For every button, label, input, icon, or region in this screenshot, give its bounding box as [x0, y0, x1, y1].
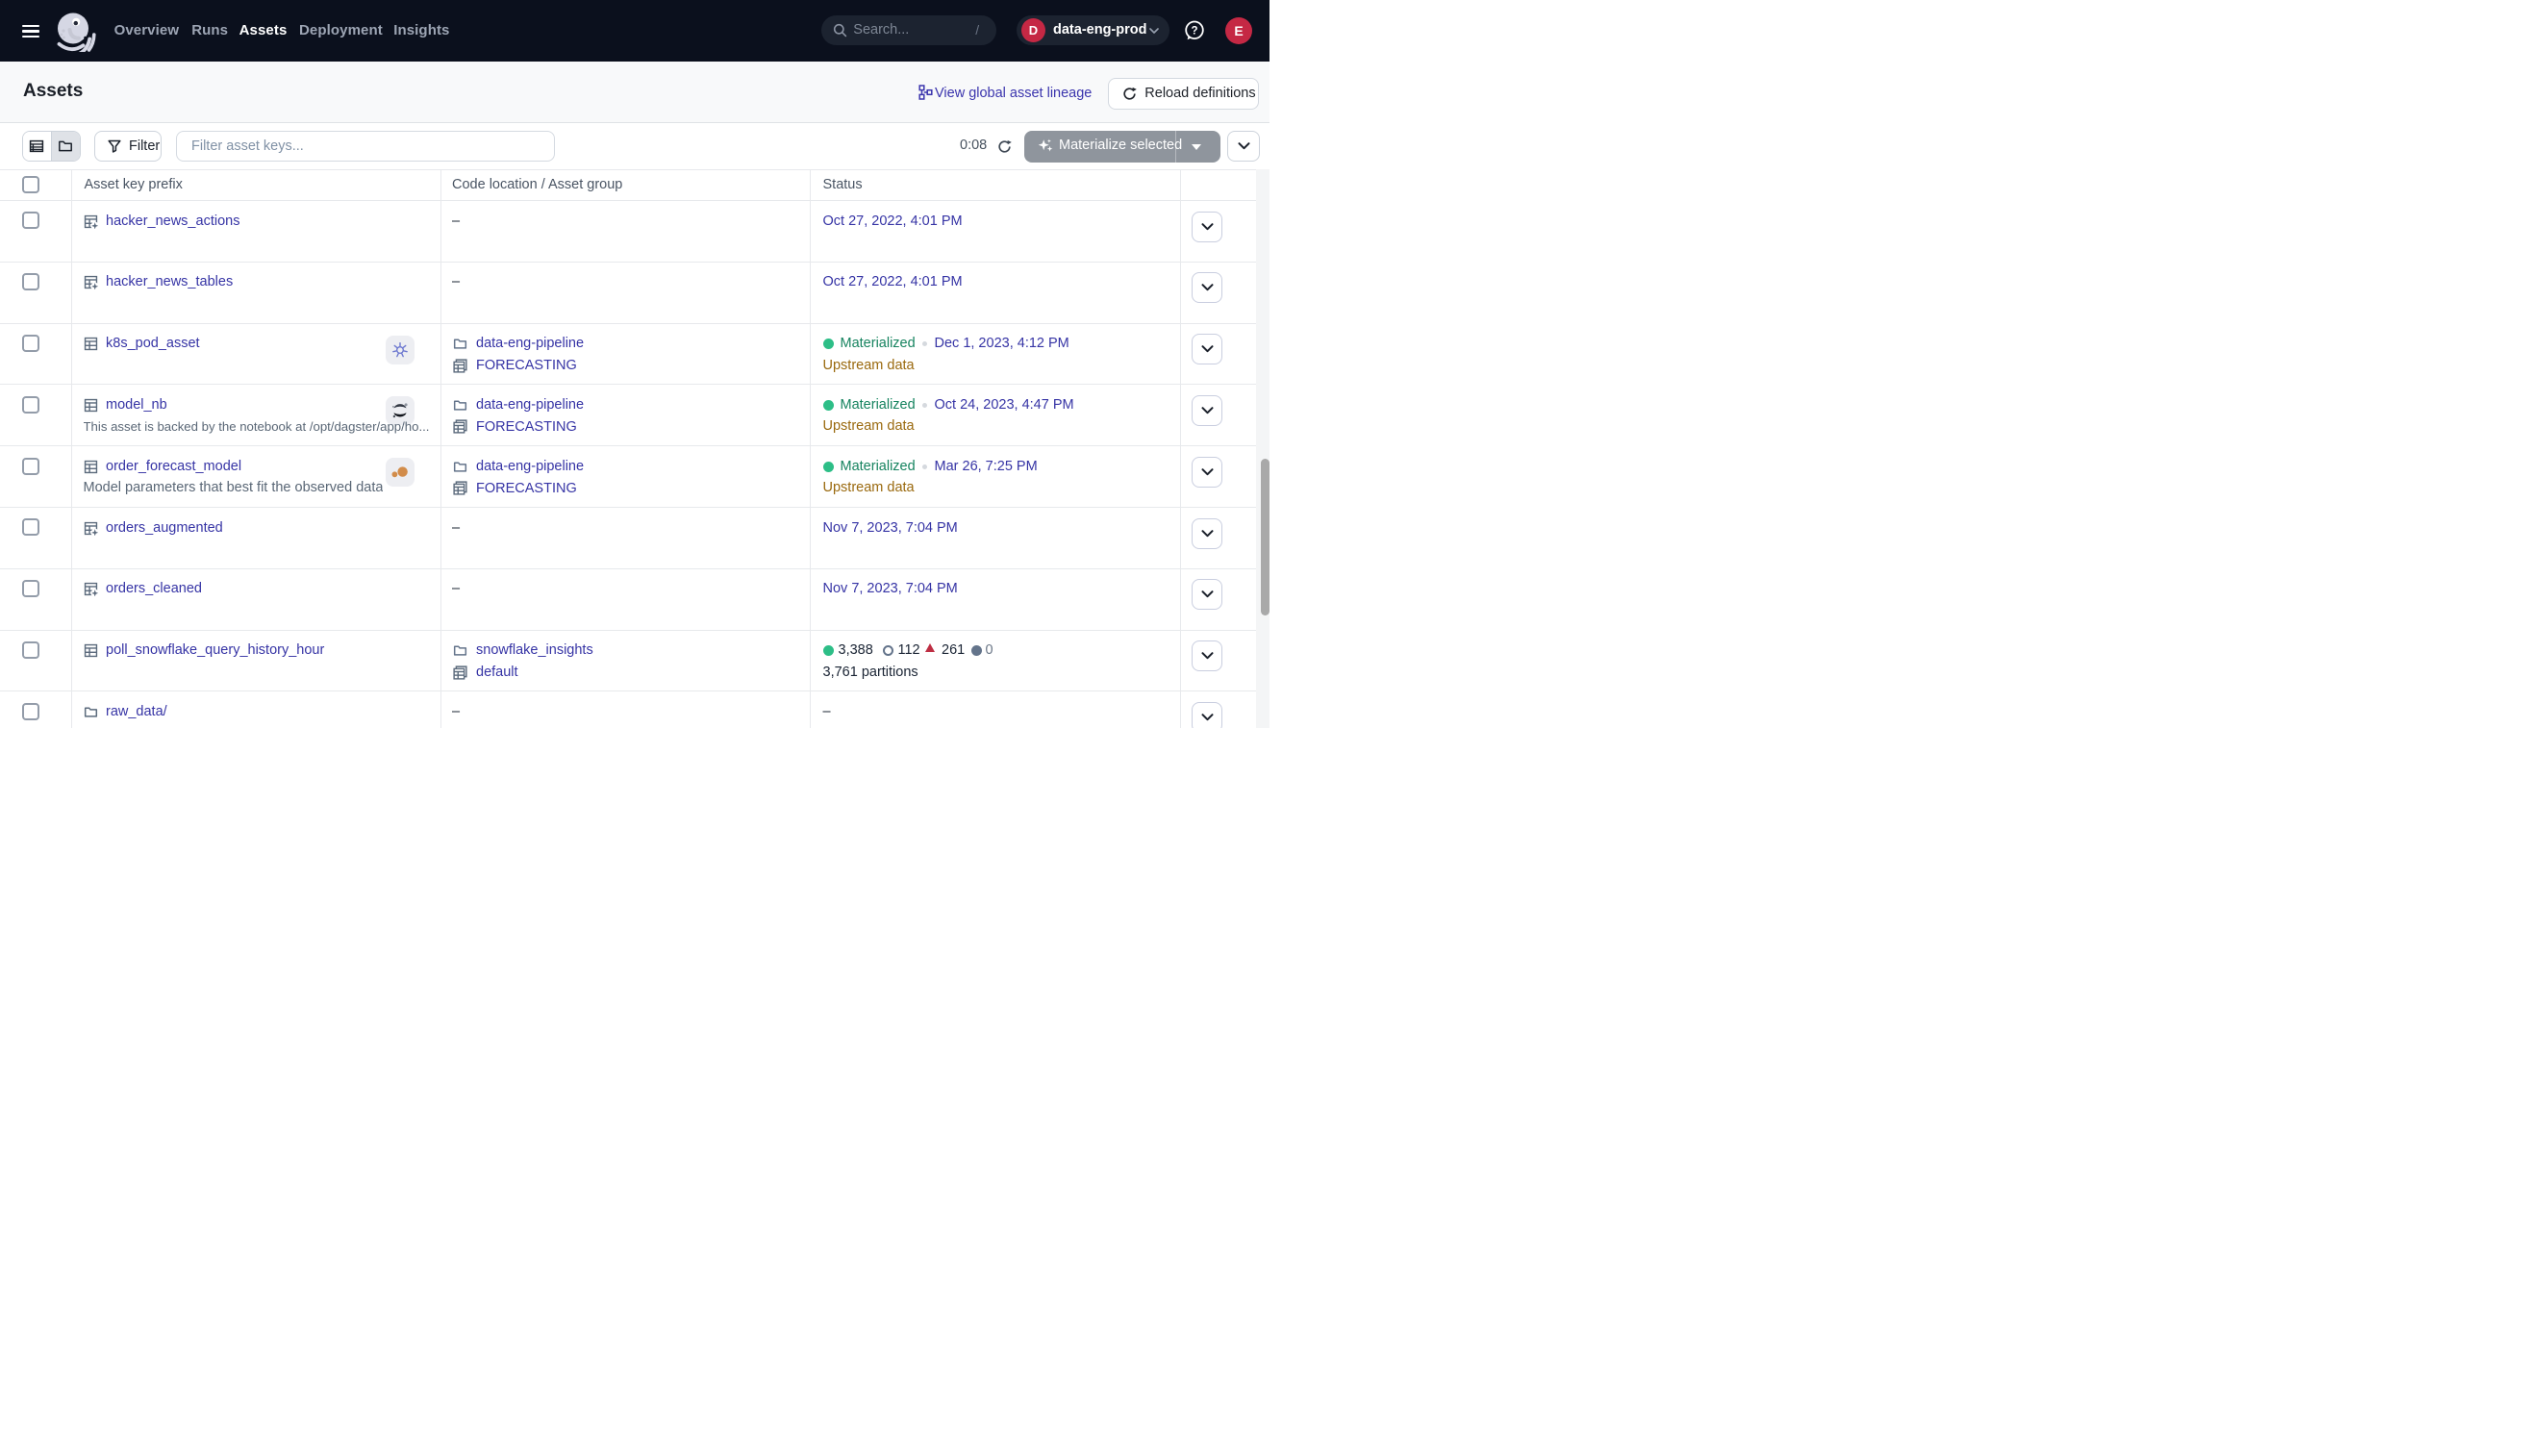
svg-text:?: ?	[1191, 25, 1197, 37]
